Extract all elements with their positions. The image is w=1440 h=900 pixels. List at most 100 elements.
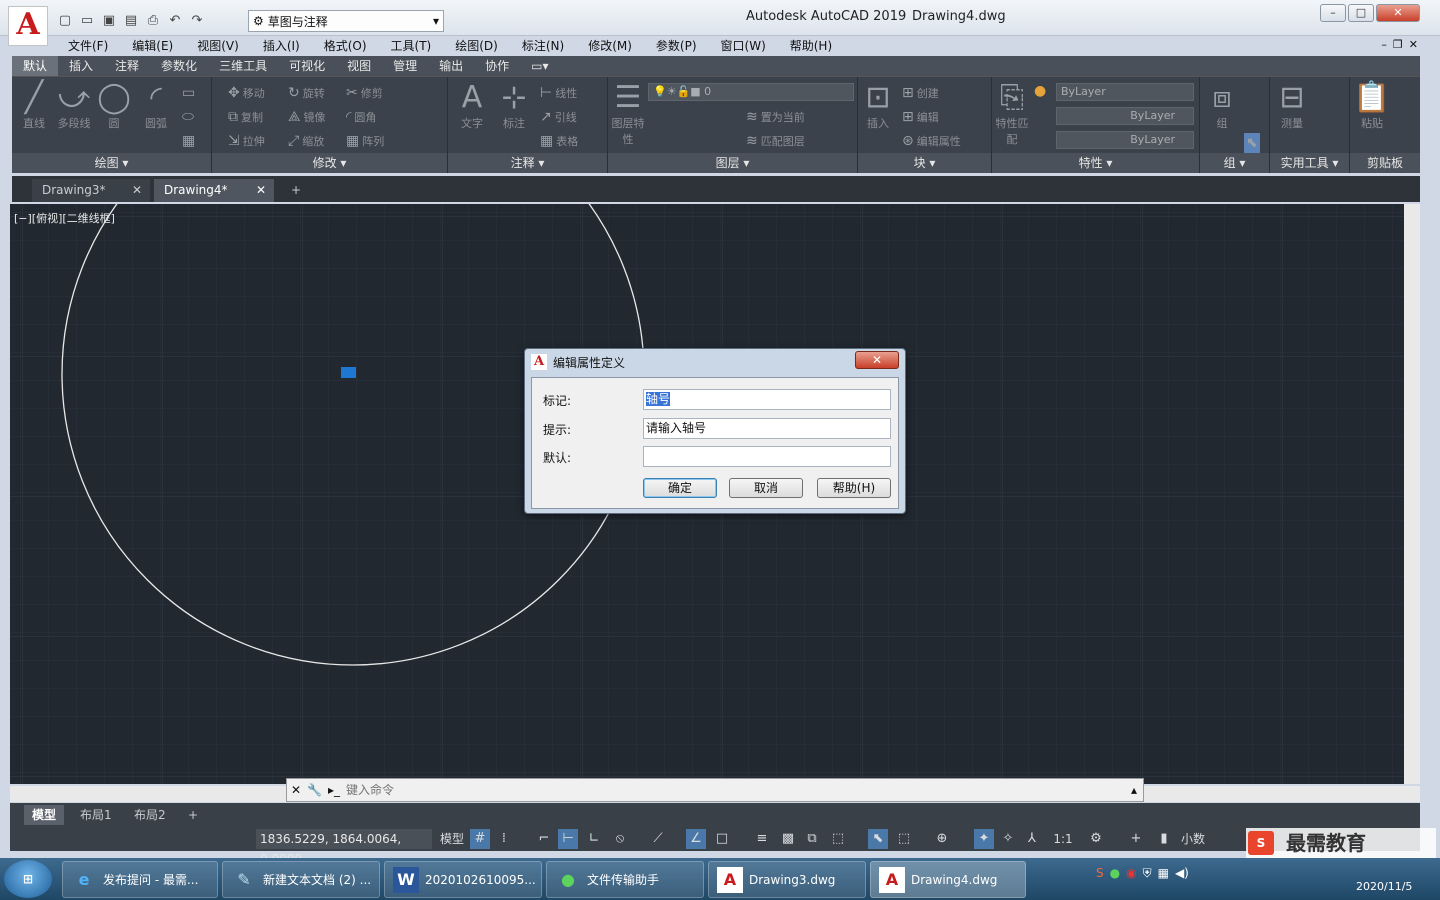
- mirror-tool[interactable]: ⟁ 镜像: [288, 109, 326, 125]
- units-dropdown[interactable]: 小数: [1176, 829, 1210, 849]
- selection-filter-icon[interactable]: ⬚: [894, 829, 914, 849]
- default-input[interactable]: [643, 446, 891, 467]
- edit-attributes-tool[interactable]: ⊛ 编辑属性: [902, 133, 961, 149]
- open-folder-icon[interactable]: ▭: [78, 12, 96, 30]
- new-file-icon[interactable]: ▢: [56, 12, 74, 30]
- taskbar-item-wechat[interactable]: ● 文件传输助手: [546, 861, 704, 898]
- taskbar-item-drawing4[interactable]: A Drawing4.dwg: [870, 861, 1026, 898]
- dialog-title-bar[interactable]: A 编辑属性定义: [525, 349, 905, 375]
- panel-block-title[interactable]: 块 ▾: [858, 153, 991, 173]
- polar-icon[interactable]: ⦸: [610, 829, 630, 849]
- network-icon[interactable]: ▦: [1158, 866, 1169, 881]
- circle-tool[interactable]: ◯ 圆: [94, 81, 134, 131]
- rotate-tool[interactable]: ↻ 旋转: [288, 85, 325, 101]
- panel-groups-title[interactable]: 组 ▾: [1200, 153, 1269, 173]
- vertical-scrollbar[interactable]: [1404, 204, 1420, 784]
- object-snap-tracking-icon[interactable]: ∠: [686, 829, 706, 849]
- scale-tool[interactable]: ⤢ 缩放: [288, 133, 324, 149]
- redo-icon[interactable]: ↷: [188, 12, 206, 30]
- menu-tools[interactable]: 工具(T): [379, 36, 444, 56]
- hatch-tool[interactable]: ▦: [182, 133, 195, 149]
- taskbar-item-notepad[interactable]: ✎ 新建文本文档 (2) ...: [222, 861, 380, 898]
- color-dropdown[interactable]: ByLayer: [1056, 83, 1194, 101]
- auto-scale-icon[interactable]: ✧: [998, 829, 1018, 849]
- annotation-scale-dropdown[interactable]: 1:1: [1046, 829, 1080, 849]
- osnap-icon[interactable]: □: [712, 829, 732, 849]
- tab-insert[interactable]: 插入: [58, 56, 104, 76]
- infer-constraints-icon[interactable]: ⌐: [534, 829, 554, 849]
- doc-minimize-icon[interactable]: –: [1381, 38, 1387, 51]
- close-icon[interactable]: ✕: [291, 783, 301, 797]
- transparency-icon[interactable]: ▩: [778, 829, 798, 849]
- text-tool[interactable]: A 文字: [452, 81, 492, 131]
- cancel-button[interactable]: 取消: [729, 478, 803, 498]
- grid-icon[interactable]: #: [470, 829, 490, 849]
- ribbon-minimize-toggle[interactable]: ▭▾: [520, 56, 559, 76]
- menu-window[interactable]: 窗口(W): [709, 36, 778, 56]
- fillet-tool[interactable]: ◜ 圆角: [346, 109, 376, 125]
- add-layout-button[interactable]: +: [180, 805, 206, 825]
- annotation-scale-icon[interactable]: ⅄: [1022, 829, 1042, 849]
- shield-icon[interactable]: ⛨: [1143, 866, 1152, 881]
- lineweight-icon[interactable]: ≡: [752, 829, 772, 849]
- close-icon[interactable]: ✕: [256, 179, 266, 201]
- tab-output[interactable]: 输出: [428, 56, 474, 76]
- stretch-tool[interactable]: ⇲ 拉伸: [228, 133, 265, 149]
- application-menu-button[interactable]: A: [8, 6, 48, 46]
- viewport-controls[interactable]: [−][俯视][二维线框]: [14, 210, 115, 226]
- linetype-dropdown[interactable]: ByLayer: [1056, 107, 1194, 125]
- tab-visualize[interactable]: 可视化: [278, 56, 336, 76]
- units-icon[interactable]: ▮: [1154, 829, 1174, 849]
- panel-draw-title[interactable]: 绘图 ▾: [12, 153, 211, 173]
- selection-cycling-icon[interactable]: ⧉: [802, 829, 822, 849]
- undo-icon[interactable]: ↶: [166, 12, 184, 30]
- tab-default[interactable]: 默认: [12, 56, 59, 76]
- table-tool[interactable]: ▦ 表格: [540, 133, 578, 149]
- tag-input[interactable]: 轴号: [643, 389, 891, 410]
- match-layer-tool[interactable]: ≋ 匹配图层: [746, 133, 805, 149]
- tab-annotate[interactable]: 注释: [104, 56, 150, 76]
- antivirus-icon[interactable]: ◉: [1126, 866, 1136, 881]
- line-tool[interactable]: ╱ 直线: [14, 81, 54, 131]
- volume-icon[interactable]: ◀): [1175, 866, 1189, 881]
- menu-format[interactable]: 格式(O): [312, 36, 379, 56]
- minimize-button[interactable]: –: [1320, 4, 1346, 22]
- ortho-icon[interactable]: ∟: [584, 829, 604, 849]
- gizmo-icon[interactable]: ⊕: [932, 829, 952, 849]
- dynamic-ucs-icon[interactable]: ⬉: [868, 829, 888, 849]
- panel-layers-title[interactable]: 图层 ▾: [608, 153, 857, 173]
- rectangle-tool[interactable]: ▭: [182, 85, 195, 101]
- linear-tool[interactable]: ⊢ 线性: [540, 85, 577, 101]
- isodraft-icon[interactable]: ⟋: [648, 829, 668, 849]
- lineweight-dropdown[interactable]: ByLayer: [1056, 131, 1194, 149]
- polyline-tool[interactable]: ⤻ 多段线: [54, 81, 94, 131]
- save-as-icon[interactable]: ▤: [122, 12, 140, 30]
- layer-properties-tool[interactable]: ☰ 图层特性: [608, 81, 648, 147]
- array-tool[interactable]: ▦ 阵列: [346, 133, 384, 149]
- color-wheel-icon[interactable]: ●: [1034, 83, 1046, 99]
- dialog-close-button[interactable]: ✕: [855, 351, 899, 369]
- leader-tool[interactable]: ↗ 引线: [540, 109, 577, 125]
- match-properties-tool[interactable]: ⎘ 特性匹配: [992, 81, 1032, 147]
- new-tab-button[interactable]: +: [286, 179, 308, 202]
- taskbar-item-word[interactable]: W 2020102610095...: [384, 861, 542, 898]
- close-icon[interactable]: ✕: [132, 179, 142, 201]
- arc-tool[interactable]: ◜ 圆弧: [136, 81, 176, 131]
- command-prompt-icon[interactable]: ▸_: [328, 783, 340, 797]
- menu-insert[interactable]: 插入(I): [251, 36, 312, 56]
- model-space-button[interactable]: 模型: [438, 829, 466, 849]
- doc-tab-drawing4[interactable]: Drawing4* ✕: [154, 179, 274, 202]
- tab-parametric[interactable]: 参数化: [150, 56, 208, 76]
- maximize-button[interactable]: □: [1348, 4, 1374, 22]
- prompt-input[interactable]: 请输入轴号: [643, 418, 891, 439]
- command-input[interactable]: [346, 783, 1047, 797]
- menu-help[interactable]: 帮助(H): [778, 36, 844, 56]
- menu-dimension[interactable]: 标注(N): [510, 36, 576, 56]
- group-tool[interactable]: ⧈ 组: [1202, 81, 1242, 131]
- measure-tool[interactable]: ⊟ 测量: [1272, 81, 1312, 131]
- workspace-dropdown[interactable]: ⚙ 草图与注释 ▾: [248, 10, 444, 32]
- panel-clipboard-title[interactable]: 剪贴板: [1350, 153, 1420, 173]
- create-block-tool[interactable]: ⊞ 创建: [902, 85, 939, 101]
- layer-dropdown[interactable]: 💡☀🔓■ 0: [648, 83, 854, 101]
- copy-tool[interactable]: ⧉ 复制: [228, 109, 263, 125]
